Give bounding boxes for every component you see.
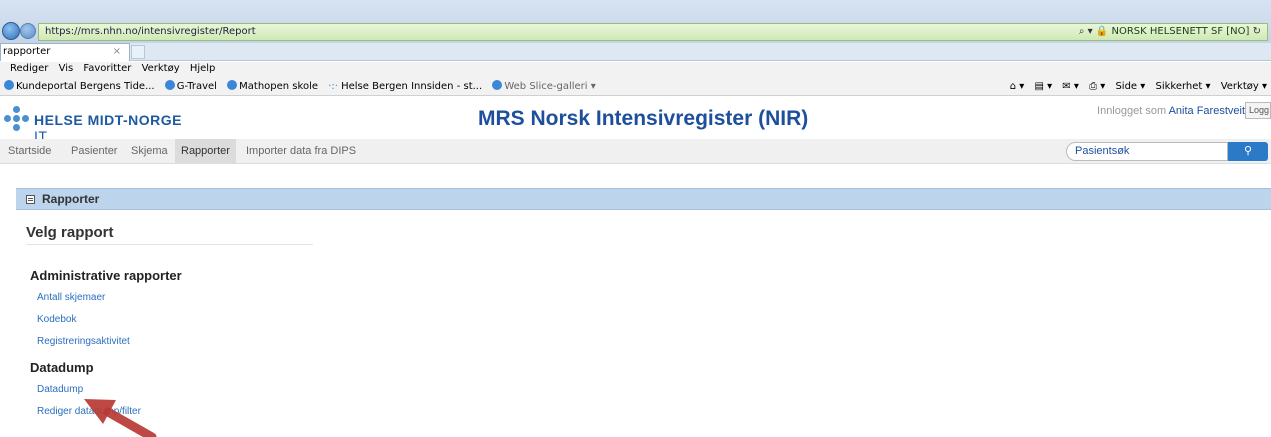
app-title: MRS Norsk Intensivregister (NIR) [478, 107, 809, 130]
logo-dot-icon [4, 115, 11, 122]
login-info: Innlogget som Anita Farestveit [1097, 105, 1245, 117]
helse-midt-norge-logo[interactable]: HELSE MIDT-NORGE IT [4, 101, 184, 144]
panel-title: Rapporter [42, 192, 100, 206]
logout-button[interactable]: Logg [1245, 102, 1271, 119]
section-title-administrative: Administrative rapporter [30, 268, 182, 283]
menu-item-favoritter[interactable]: Favoritter [83, 63, 131, 74]
menu-item-rediger[interactable]: Rediger [10, 63, 48, 74]
user-name: Anita Farestveit [1168, 105, 1245, 117]
menu-bar: Rediger Vis Favoritter Verktøy Hjelp [0, 62, 1271, 78]
logo-dot-icon [13, 115, 20, 122]
command-sikkerhet[interactable]: Sikkerhet ▾ [1155, 81, 1210, 92]
nav-startside[interactable]: Startside [8, 139, 51, 164]
nav-pasienter[interactable]: Pasienter [71, 139, 117, 164]
search-icon[interactable]: ⌕ ▾ [1079, 26, 1093, 37]
favorite-mathopen[interactable]: Mathopen skole [227, 80, 318, 92]
feeds-icon[interactable]: ▤ ▾ [1034, 81, 1052, 92]
logo-dot-icon [13, 106, 20, 113]
menu-item-verktoy[interactable]: Verktøy [142, 63, 180, 74]
close-icon[interactable]: × [113, 44, 121, 60]
command-verktoy[interactable]: Verktøy ▾ [1221, 81, 1267, 92]
report-link-rediger-datadump[interactable]: Rediger datadump/filter [37, 406, 141, 417]
lock-icon: 🔒 [1095, 26, 1109, 37]
new-tab-button[interactable] [131, 45, 145, 59]
panel-header: Rapporter [16, 188, 1271, 210]
dots-icon: ·:· [328, 81, 338, 92]
menu-item-vis[interactable]: Vis [59, 63, 74, 74]
section-title-datadump: Datadump [30, 360, 94, 375]
address-bar[interactable]: https://mrs.nhn.no/intensivregister/Repo… [38, 23, 1268, 41]
ie-icon [492, 80, 503, 90]
favorite-kundeportal[interactable]: Kundeportal Bergens Tide... [4, 80, 155, 92]
address-url: https://mrs.nhn.no/intensivregister/Repo… [45, 26, 256, 37]
home-icon[interactable]: ⌂ ▾ [1010, 81, 1025, 92]
divider [26, 244, 313, 245]
report-link-datadump[interactable]: Datadump [37, 384, 83, 395]
address-security: ⌕ ▾ 🔒 NORSK HELSENETT SF [NO] ↻ [1079, 24, 1261, 40]
back-button[interactable] [2, 22, 20, 40]
logo-dot-icon [22, 115, 29, 122]
patient-search-input[interactable]: Pasientsøk [1066, 142, 1228, 161]
tab-row: rapporter × [0, 43, 1271, 61]
command-bar: ⌂ ▾ ▤ ▾ ✉ ▾ ⎙ ▾ Side ▾ Sikkerhet ▾ Verkt… [1003, 78, 1267, 95]
report-link-kodebok[interactable]: Kodebok [37, 314, 76, 325]
refresh-icon[interactable]: ↻ [1253, 26, 1261, 37]
print-icon[interactable]: ⎙ ▾ [1089, 81, 1105, 92]
menu-item-hjelp[interactable]: Hjelp [190, 63, 216, 74]
search-button[interactable]: ⚲ [1228, 142, 1268, 161]
report-link-antall-skjemaer[interactable]: Antall skjemaer [37, 292, 105, 303]
login-prefix: Innlogget som [1097, 105, 1167, 117]
mail-icon[interactable]: ✉ ▾ [1062, 81, 1079, 92]
page-heading: Velg rapport [26, 224, 114, 241]
security-label: NORSK HELSENETT SF [NO] [1111, 26, 1250, 37]
address-row: https://mrs.nhn.no/intensivregister/Repo… [0, 22, 1271, 44]
nav-importer-dips[interactable]: Importer data fra DIPS [246, 139, 356, 164]
main-navbar: Startside Pasienter Skjema Rapporter Imp… [0, 139, 1271, 164]
favorite-web-slice[interactable]: Web Slice-galleri ▾ [492, 80, 596, 92]
ie-icon [4, 80, 14, 90]
nav-skjema[interactable]: Skjema [131, 139, 168, 164]
browser-tab[interactable]: rapporter × [0, 43, 130, 61]
page-header: HELSE MIDT-NORGE IT MRS Norsk Intensivre… [0, 97, 1271, 144]
ie-icon [227, 80, 238, 90]
ie-icon [164, 80, 175, 90]
forward-button[interactable] [20, 23, 36, 39]
command-side[interactable]: Side ▾ [1115, 81, 1145, 92]
nav-rapporter[interactable]: Rapporter [175, 139, 236, 164]
search-icon: ⚲ [1243, 145, 1253, 157]
favorite-gtravel[interactable]: G-Travel [164, 80, 217, 92]
report-link-registreringsaktivitet[interactable]: Registreringsaktivitet [37, 336, 130, 347]
logo-dot-icon [13, 124, 20, 131]
tab-title: rapporter [3, 46, 51, 57]
list-icon [26, 195, 35, 204]
favorite-helse-bergen[interactable]: ·:· Helse Bergen Innsiden - st... [328, 81, 482, 92]
favorites-bar: Kundeportal Bergens Tide... G-Travel Mat… [0, 78, 1271, 96]
